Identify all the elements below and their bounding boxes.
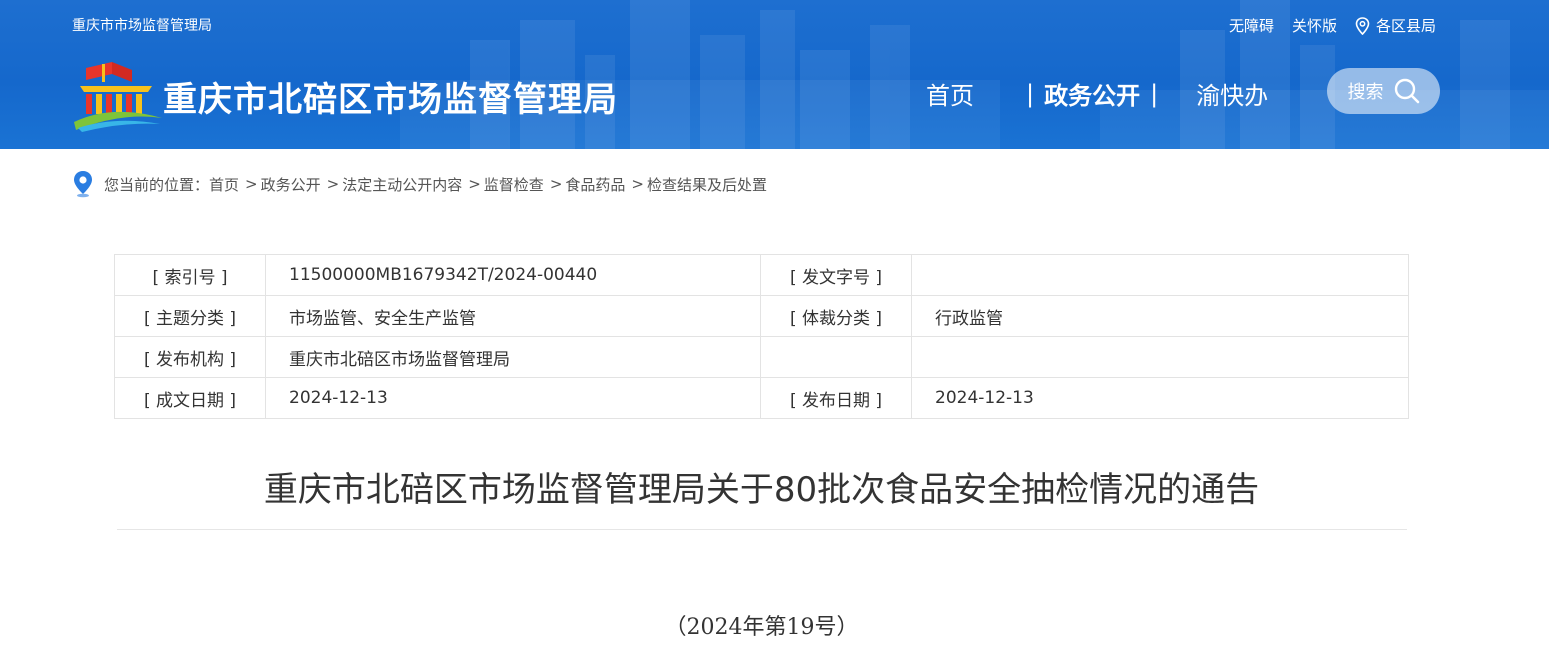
breadcrumb-government-affairs[interactable]: 政务公开 <box>261 174 321 195</box>
nav-government-affairs[interactable]: 政务公开 <box>1044 76 1140 111</box>
meta-label: [ 索引号 ] <box>114 254 266 296</box>
meta-label <box>760 336 912 378</box>
meta-label: [ 成文日期 ] <box>114 377 266 419</box>
breadcrumb-home[interactable]: 首页 <box>209 174 239 195</box>
table-row: [ 发布机构 ] 重庆市北碚区市场监督管理局 <box>114 336 1409 378</box>
breadcrumb-food-drugs[interactable]: 食品药品 <box>565 174 625 195</box>
meta-label: [ 发布日期 ] <box>760 377 912 419</box>
meta-label: [ 主题分类 ] <box>114 295 266 337</box>
document-number: （2024年第19号） <box>664 615 859 640</box>
table-row: [ 主题分类 ] 市场监管、安全生产监管 [ 体裁分类 ] 行政监管 <box>114 295 1409 337</box>
meta-label: [ 发布机构 ] <box>114 336 266 378</box>
location-marker-icon <box>74 171 92 198</box>
search-button[interactable]: 搜索 <box>1327 68 1440 114</box>
breadcrumb-inspection-results[interactable]: 检查结果及后处置 <box>647 174 767 195</box>
breadcrumb-separator: > <box>631 175 644 193</box>
breadcrumb-separator: > <box>245 175 258 193</box>
nav-yukuaiban[interactable]: 渝快办 <box>1196 76 1268 111</box>
nav-separator: | <box>1150 79 1159 108</box>
breadcrumb: 您当前的位置： 首页 > 政务公开 > 法定主动公开内容 > 监督检查 > 食品… <box>72 170 767 198</box>
breadcrumb-separator: > <box>468 175 481 193</box>
care-mode-link[interactable]: 关怀版 <box>1292 15 1337 36</box>
meta-value: 市场监管、安全生产监管 <box>265 295 761 337</box>
meta-value: 重庆市北碚区市场监督管理局 <box>265 336 761 378</box>
document-metadata-table: [ 索引号 ] 11500000MB1679342T/2024-00440 [ … <box>114 254 1409 419</box>
article-title: 重庆市北碚区市场监督管理局关于80批次食品安全抽检情况的通告 <box>263 470 1260 510</box>
breadcrumb-prefix: 您当前的位置： <box>104 175 210 194</box>
location-pin-icon <box>1355 16 1370 35</box>
title-divider <box>117 529 1407 530</box>
breadcrumb-separator: > <box>549 175 563 193</box>
accessibility-link[interactable]: 无障碍 <box>1229 15 1274 36</box>
meta-value <box>911 336 1409 378</box>
breadcrumb-statutory-disclosure[interactable]: 法定主动公开内容 <box>342 174 462 195</box>
breadcrumb-supervision[interactable]: 监督检查 <box>484 174 544 195</box>
table-row: [ 索引号 ] 11500000MB1679342T/2024-00440 [ … <box>114 254 1409 296</box>
meta-label: [ 发文字号 ] <box>760 254 912 296</box>
top-utility-links: 无障碍 关怀版 各区县局 <box>1229 15 1436 36</box>
table-row: [ 成文日期 ] 2024-12-13 [ 发布日期 ] 2024-12-13 <box>114 377 1409 419</box>
district-agencies-link[interactable]: 各区县局 <box>1355 15 1436 36</box>
meta-value: 2024-12-13 <box>265 377 761 419</box>
meta-value: 行政监管 <box>911 295 1409 337</box>
nav-separator: | <box>1026 79 1035 108</box>
district-agencies-label: 各区县局 <box>1375 17 1436 35</box>
site-header: 重庆市市场监督管理局 无障碍 关怀版 各区县局 重庆市北碚区市场监督管理局 首页… <box>0 0 1549 149</box>
parent-agency-link[interactable]: 重庆市市场监督管理局 <box>72 15 212 35</box>
nav-home[interactable]: 首页 <box>926 76 1016 111</box>
breadcrumb-separator: > <box>326 175 340 193</box>
main-nav: 首页 | 政务公开 | 渝快办 <box>926 76 1268 111</box>
meta-value: 11500000MB1679342T/2024-00440 <box>265 254 761 296</box>
search-icon <box>1394 78 1419 104</box>
meta-label: [ 体裁分类 ] <box>760 295 912 337</box>
meta-value <box>911 254 1409 296</box>
government-building-logo[interactable] <box>72 60 164 132</box>
meta-value: 2024-12-13 <box>911 377 1409 419</box>
search-label: 搜索 <box>1347 82 1384 103</box>
site-title[interactable]: 重庆市北碚区市场监督管理局 <box>163 72 618 121</box>
